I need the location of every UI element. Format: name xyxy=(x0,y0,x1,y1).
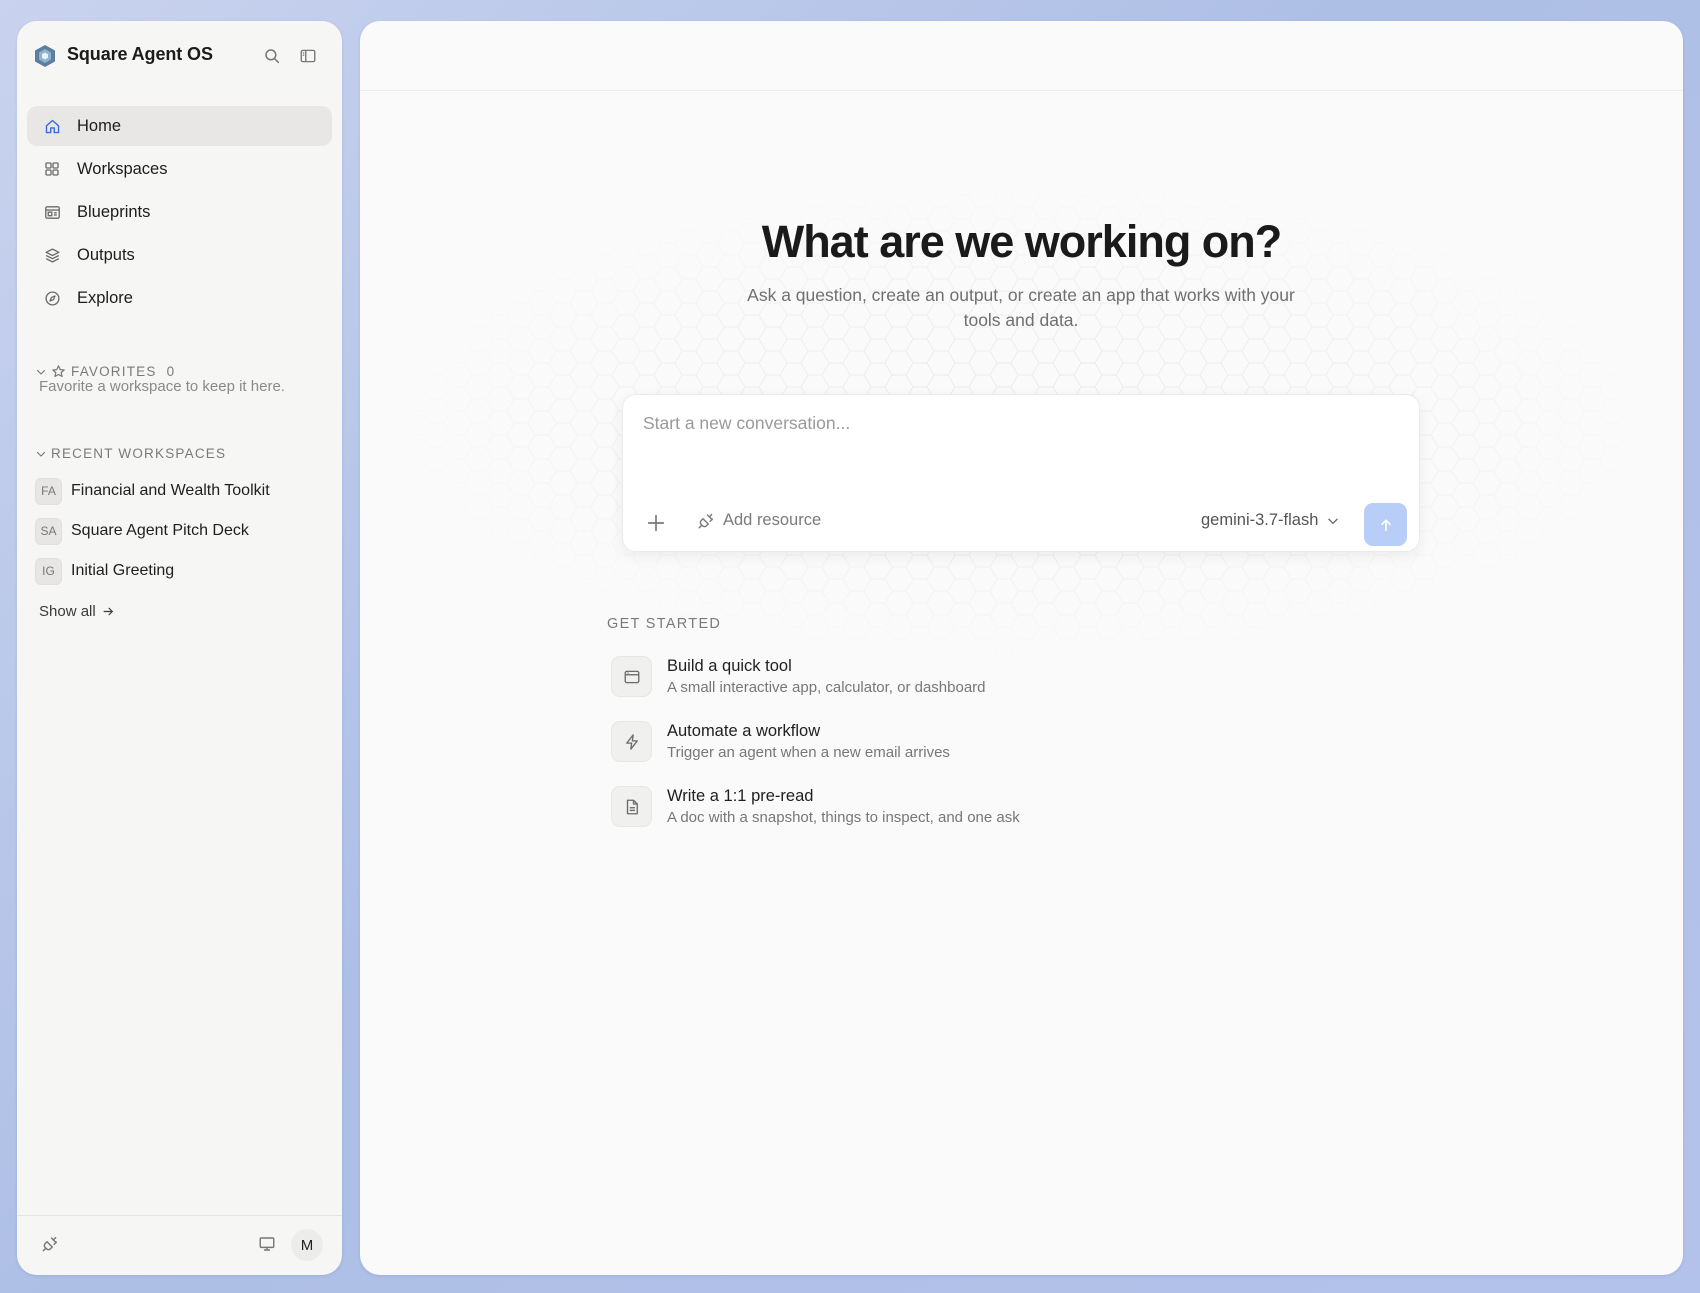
get-started-item-title: Write a 1:1 pre-read xyxy=(667,787,814,805)
get-started-item-desc: A small interactive app, calculator, or … xyxy=(667,679,986,696)
home-icon xyxy=(43,117,61,135)
plug-icon xyxy=(698,513,714,528)
nav-item-label: Explore xyxy=(77,288,133,307)
recent-workspaces-toggle[interactable]: RECENT WORKSPACES xyxy=(35,446,226,461)
get-started-item-desc: A doc with a snapshot, things to inspect… xyxy=(667,809,1020,826)
favorites-count: 0 xyxy=(166,364,175,379)
main-topbar xyxy=(360,21,1683,91)
recent-workspaces-list: FA Financial and Wealth Toolkit SA Squar… xyxy=(35,471,325,591)
app-title: Square Agent OS xyxy=(67,44,213,64)
sidebar: Square Agent OS Home Workspaces Blueprin… xyxy=(17,21,342,1275)
lightning-icon xyxy=(611,721,652,762)
display-settings-button[interactable] xyxy=(258,1235,278,1255)
workspace-name: Initial Greeting xyxy=(71,562,175,579)
get-started-text: Automate a workflow Trigger an agent whe… xyxy=(667,721,950,761)
workspace-name: Financial and Wealth Toolkit xyxy=(71,482,270,499)
get-started-text: Write a 1:1 pre-read A doc with a snapsh… xyxy=(667,786,1020,826)
nav-item-outputs[interactable]: Outputs xyxy=(27,235,332,275)
favorites-empty-text: Favorite a workspace to keep it here. xyxy=(39,378,285,395)
sidebar-toggle-icon xyxy=(300,49,316,63)
nav-item-label: Blueprints xyxy=(77,202,151,221)
add-resource-label: Add resource xyxy=(723,511,822,529)
arrow-up-icon xyxy=(1380,519,1391,531)
grid-icon xyxy=(43,160,61,178)
hero-subtitle: Ask a question, create an output, or cre… xyxy=(747,285,1295,330)
recent-workspace-item[interactable]: FA Financial and Wealth Toolkit xyxy=(35,471,325,511)
nav-item-home[interactable]: Home xyxy=(27,106,332,146)
get-started-item[interactable]: Write a 1:1 pre-read A doc with a snapsh… xyxy=(611,786,1171,851)
favorites-title: FAVORITES xyxy=(71,364,157,379)
search-button[interactable] xyxy=(259,43,285,69)
composer: Add resource gemini-3.7-flash xyxy=(622,394,1420,552)
model-name: gemini-3.7-flash xyxy=(1201,511,1319,529)
recent-workspace-item[interactable]: IG Initial Greeting xyxy=(35,551,325,591)
sidebar-footer: M xyxy=(17,1215,342,1275)
user-avatar[interactable]: M xyxy=(291,1229,323,1261)
send-button[interactable] xyxy=(1364,503,1407,546)
get-started-list: Build a quick tool A small interactive a… xyxy=(611,656,1171,851)
get-started-item-title: Automate a workflow xyxy=(667,722,821,740)
chevron-down-icon xyxy=(1328,518,1339,524)
blueprint-icon xyxy=(43,203,61,221)
show-all-label: Show all xyxy=(39,603,96,620)
document-icon xyxy=(611,786,652,827)
recent-workspaces-title: RECENT WORKSPACES xyxy=(51,446,227,461)
app-logo-icon xyxy=(33,44,57,68)
connections-button[interactable] xyxy=(41,1235,61,1255)
add-resource-button[interactable]: Add resource xyxy=(697,511,821,530)
plus-icon xyxy=(647,514,665,532)
layers-icon xyxy=(43,246,61,264)
get-started-title: GET STARTED xyxy=(607,616,722,632)
chevron-down-icon xyxy=(36,369,46,375)
star-icon xyxy=(52,365,65,378)
workspace-initials-badge: FA xyxy=(35,477,62,505)
workspace-initials-badge: SA xyxy=(35,517,62,545)
get-started-item[interactable]: Automate a workflow Trigger an agent whe… xyxy=(611,721,1171,786)
main-panel: What are we working on? Ask a question, … xyxy=(360,21,1683,1275)
show-all-workspaces-link[interactable]: Show all xyxy=(39,603,115,620)
nav-item-workspaces[interactable]: Workspaces xyxy=(27,149,332,189)
arrow-right-icon xyxy=(103,607,113,616)
nav-item-label: Outputs xyxy=(77,245,135,264)
hero-title: What are we working on? xyxy=(761,216,1283,267)
get-started-item-desc: Trigger an agent when a new email arrive… xyxy=(667,744,950,761)
workspace-name: Square Agent Pitch Deck xyxy=(71,522,249,539)
monitor-icon xyxy=(259,1237,275,1251)
nav-item-blueprints[interactable]: Blueprints xyxy=(27,192,332,232)
plug-icon xyxy=(42,1236,58,1252)
attach-button[interactable] xyxy=(645,512,669,536)
app-window-icon xyxy=(611,656,652,697)
primary-nav: Home Workspaces Blueprints Outputs Explo… xyxy=(27,106,332,321)
chevron-down-icon xyxy=(36,451,46,457)
workspace-initials-badge: IG xyxy=(35,557,62,585)
recent-workspace-item[interactable]: SA Square Agent Pitch Deck xyxy=(35,511,325,551)
search-icon xyxy=(265,49,280,64)
get-started-text: Build a quick tool A small interactive a… xyxy=(667,656,986,696)
nav-item-label: Workspaces xyxy=(77,159,168,178)
model-selector[interactable]: gemini-3.7-flash xyxy=(1201,511,1340,530)
toggle-sidebar-button[interactable] xyxy=(295,43,321,69)
favorites-section-toggle[interactable]: FAVORITES 0 xyxy=(35,364,174,379)
get-started-item-title: Build a quick tool xyxy=(667,657,792,675)
compass-icon xyxy=(43,289,61,307)
nav-item-label: Home xyxy=(77,116,122,135)
sidebar-header: Square Agent OS xyxy=(17,21,342,91)
conversation-input[interactable] xyxy=(643,413,1403,473)
nav-item-explore[interactable]: Explore xyxy=(27,278,332,318)
get-started-item[interactable]: Build a quick tool A small interactive a… xyxy=(611,656,1171,721)
